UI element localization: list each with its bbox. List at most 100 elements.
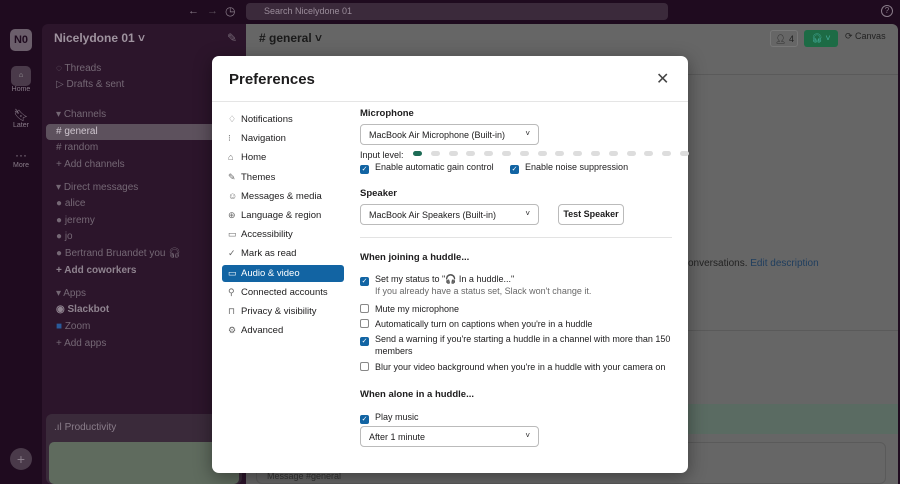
- speaker-select[interactable]: MacBook Air Speakers (Built-in) ˅: [360, 204, 539, 225]
- chevron-down-icon: ˅: [525, 129, 530, 138]
- close-icon[interactable]: ✕: [656, 69, 669, 89]
- preferences-modal: Preferences ✕ ♢ Notifications ⁝ Navigation ⌂…: [212, 56, 689, 473]
- huddle-button[interactable]: 🎧︎ ˅: [804, 30, 838, 47]
- edit-description-link[interactable]: Edit description: [750, 258, 818, 269]
- pref-nav-navigation[interactable]: ⁝ Navigation: [222, 130, 344, 147]
- dm-header[interactable]: ▾ Direct messages: [56, 180, 138, 196]
- pref-nav-accessibility[interactable]: ▭ Accessibility: [222, 226, 344, 243]
- pref-nav-audio-video[interactable]: ▭ Audio & video: [222, 264, 344, 282]
- dm-header-label: Direct messages: [63, 182, 139, 193]
- input-level-dot: [502, 151, 511, 156]
- joining-option[interactable]: Blur your video background when you're i…: [360, 361, 665, 373]
- rail-later[interactable]: 🔖︎ Later: [0, 108, 42, 129]
- pref-nav-notifications[interactable]: ♢ Notifications: [222, 111, 344, 128]
- checkbox-icon: ✓: [360, 165, 369, 174]
- pref-nav-mark-as-read[interactable]: ✓ Mark as read: [222, 245, 344, 262]
- dm-self[interactable]: ● Bertrand Bruandet you 🎧︎: [56, 246, 181, 262]
- accessibility-icon: ▭: [228, 229, 237, 240]
- pref-nav-language-region[interactable]: ⊕ Language & region: [222, 207, 344, 224]
- productivity-label[interactable]: .ıl Productivity: [54, 420, 116, 436]
- joining-option[interactable]: Mute my microphone: [360, 303, 459, 315]
- dm-jeremy[interactable]: ● jeremy: [56, 213, 95, 229]
- add-coworkers-label: Add coworkers: [64, 265, 137, 276]
- pref-nav-messages-media[interactable]: ☺ Messages & media: [222, 188, 344, 205]
- more-icon: ···: [15, 148, 27, 162]
- play-music-checkbox[interactable]: ✓ Play music: [360, 411, 419, 424]
- test-speaker-button[interactable]: Test Speaker: [558, 204, 624, 225]
- dm-label: jo: [64, 231, 73, 242]
- back-icon[interactable]: ←: [188, 5, 199, 17]
- input-level-dot: [448, 151, 458, 156]
- history-icon[interactable]: ◷: [225, 4, 235, 18]
- input-level-dot: [608, 151, 618, 156]
- pref-nav-home[interactable]: ⌂ Home: [222, 149, 344, 166]
- input-level-dot: [519, 151, 529, 156]
- app-label: Zoom: [64, 321, 91, 332]
- rail-home[interactable]: ⌂ Home: [0, 66, 42, 93]
- channel-label: random: [64, 142, 99, 153]
- canvas-button[interactable]: ⟳ Canvas: [845, 31, 886, 42]
- home-icon: ⌂: [11, 66, 31, 86]
- gain-label: Enable automatic gain control: [375, 162, 494, 172]
- pref-nav-themes[interactable]: ✎ Themes: [222, 169, 344, 186]
- workspace-icon[interactable]: N0: [10, 29, 32, 51]
- checkbox-icon: [360, 304, 369, 313]
- alone-timeout-select[interactable]: After 1 minute ˅: [360, 426, 539, 447]
- gain-checkbox[interactable]: ✓ Enable automatic gain control: [360, 161, 494, 174]
- apps-header[interactable]: ▾ Apps: [56, 286, 86, 302]
- threads-label: Threads: [64, 63, 102, 74]
- nav-label: Connected accounts: [241, 286, 328, 298]
- compose-icon[interactable]: ✎: [227, 31, 237, 45]
- input-level-label: Input level:: [360, 150, 404, 160]
- forward-icon[interactable]: →: [207, 5, 218, 17]
- nav-label: Navigation: [241, 133, 286, 145]
- option-label: Automatically turn on captions when you'…: [375, 319, 593, 329]
- app-zoom[interactable]: ■ Zoom: [56, 319, 90, 335]
- channel-random[interactable]: # random: [56, 140, 98, 156]
- channels-header[interactable]: ▾ Channels: [56, 107, 106, 123]
- members-wrap: members: [375, 346, 413, 356]
- option-label: Set my status to "🎧 In a huddle...": [375, 274, 515, 284]
- add-coworkers[interactable]: + Add coworkers: [56, 263, 137, 279]
- search-input[interactable]: Search Nicelydone 01: [246, 3, 668, 20]
- joining-option[interactable]: Automatically turn on captions when you'…: [360, 318, 592, 330]
- channel-general[interactable]: # general: [56, 124, 98, 140]
- dm-jo[interactable]: ● jo: [56, 229, 73, 245]
- modal-title: Preferences: [229, 71, 315, 88]
- dm-label: jeremy: [64, 215, 95, 226]
- headphones-icon: 🎧︎: [168, 248, 181, 259]
- sidebar-drafts[interactable]: ▷ Drafts & sent: [56, 77, 124, 93]
- input-level-dot: [466, 151, 476, 156]
- dm-alice[interactable]: ● alice: [56, 196, 85, 212]
- microphone-select[interactable]: MacBook Air Microphone (Built-in) ˅: [360, 124, 539, 145]
- input-level-dot: [662, 151, 672, 156]
- checkbox-icon: ✓: [360, 277, 369, 286]
- joining-option[interactable]: ✓ Set my status to "🎧 In a huddle...": [360, 273, 515, 286]
- input-level-dot: [555, 151, 565, 156]
- noise-checkbox[interactable]: ✓ Enable noise suppression: [510, 161, 628, 174]
- add-apps[interactable]: + Add apps: [56, 336, 106, 352]
- rail-later-label: Later: [13, 122, 29, 129]
- joining-option[interactable]: ✓ Send a warning if you're starting a hud…: [360, 333, 670, 346]
- bookmark-icon: 🔖︎: [13, 108, 29, 122]
- pref-nav-privacy-visibility[interactable]: ⊓ Privacy & visibility: [222, 303, 344, 320]
- sidebar-threads[interactable]: ◌ Threads: [56, 61, 101, 77]
- add-button[interactable]: +: [10, 448, 32, 470]
- nav-label: Mark as read: [241, 248, 297, 260]
- message-icon: ☺: [228, 190, 238, 201]
- member-count: 4: [788, 34, 794, 44]
- navigation-icon: ⁝: [228, 133, 231, 144]
- pref-nav-connected-accounts[interactable]: ⚲ Connected accounts: [222, 284, 344, 301]
- members-button[interactable]: 👤︎ 4: [770, 30, 798, 47]
- workspace-name[interactable]: Nicelydone 01 ˅: [54, 31, 145, 45]
- alone-heading: When alone in a huddle...: [360, 389, 475, 400]
- channel-title[interactable]: # general ˅: [259, 31, 322, 45]
- help-icon[interactable]: ?: [881, 5, 893, 17]
- input-level-dot: [626, 151, 636, 156]
- input-level-dot: [430, 151, 440, 156]
- rail-more[interactable]: ··· More: [0, 148, 42, 169]
- timeout-value: After 1 minute: [369, 432, 426, 442]
- add-channels[interactable]: + Add channels: [56, 157, 125, 173]
- pref-nav-advanced[interactable]: ⚙ Advanced: [222, 322, 344, 339]
- app-slackbot[interactable]: ◉ Slackbot: [56, 302, 109, 318]
